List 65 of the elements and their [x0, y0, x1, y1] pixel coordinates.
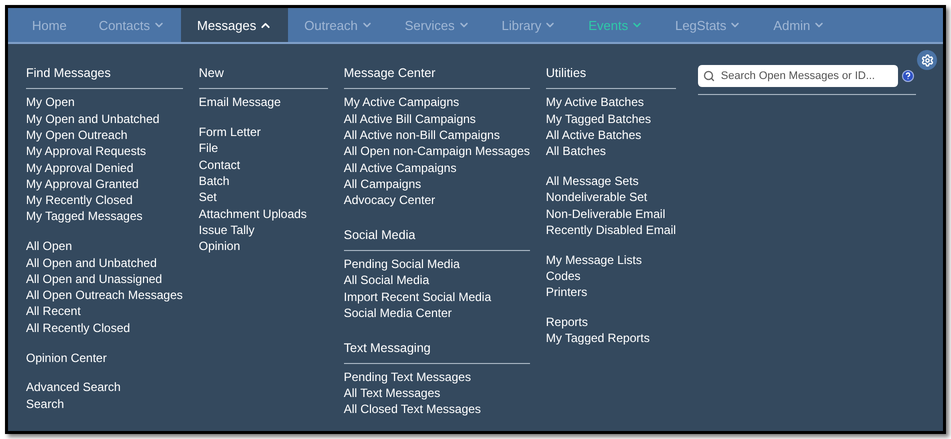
menu-link[interactable]: Printers — [546, 284, 588, 301]
menu-link[interactable]: Codes — [546, 268, 581, 284]
menu-link[interactable]: My Tagged Messages — [26, 208, 143, 225]
search-icon — [702, 70, 715, 82]
section-heading: Text Messaging — [344, 334, 530, 364]
menu-link[interactable]: My Approval Denied — [26, 160, 134, 176]
menu-link[interactable]: My Open Outreach — [26, 126, 128, 144]
menu-link[interactable]: Issue Tally — [198, 222, 255, 238]
menu-link[interactable]: My Message Lists — [546, 252, 642, 268]
menu-link[interactable]: All Open Outreach Messages — [26, 287, 183, 304]
menu-link[interactable]: Nondeliverable Set — [546, 189, 648, 206]
menu-link[interactable]: All Message Sets — [546, 173, 639, 190]
search-field[interactable]: Search Open Messages or ID... — [698, 65, 898, 88]
menu-link[interactable]: All Active non-Bill Campaigns — [344, 126, 500, 144]
menu-link[interactable]: Recently Disabled Email — [546, 222, 676, 238]
section-heading: New — [198, 60, 328, 90]
section-heading: Utilities — [546, 60, 676, 90]
menu-link[interactable]: My Approval Requests — [26, 143, 146, 160]
menu-link[interactable]: Import Recent Social Media — [344, 288, 492, 305]
menu-link[interactable]: Attachment Uploads — [198, 206, 307, 222]
settings-icon — [920, 54, 934, 67]
menu-link[interactable]: Advocacy Center — [344, 192, 436, 208]
menu-link[interactable]: Search — [26, 396, 64, 412]
menu-link[interactable]: All Open — [26, 238, 72, 255]
menu-link[interactable]: All Batches — [546, 143, 606, 160]
menu-link[interactable]: My Open — [26, 94, 75, 111]
menu-link[interactable]: Pending Social Media — [344, 256, 460, 272]
menu-link[interactable]: My Active Batches — [546, 94, 644, 111]
menu-link[interactable]: All Active Batches — [546, 126, 642, 144]
menu-link[interactable]: All Active Bill Campaigns — [344, 110, 476, 127]
menu-link[interactable]: Advanced Search — [26, 379, 121, 396]
menu-link[interactable]: My Open and Unbatched — [26, 110, 160, 127]
menu-link[interactable]: All Recent — [26, 303, 81, 320]
menu-link[interactable]: Email Message — [198, 94, 281, 111]
menu-link[interactable]: Contact — [198, 156, 240, 174]
menu-link[interactable]: Set — [198, 189, 217, 206]
settings-button[interactable] — [917, 50, 937, 70]
menu-link[interactable]: All Recently Closed — [26, 320, 130, 336]
menu-link[interactable]: All Social Media — [344, 272, 430, 289]
menu-link[interactable]: Opinion Center — [26, 350, 107, 366]
menu-link[interactable]: Form Letter — [198, 124, 261, 140]
menu-link[interactable]: Reports — [546, 314, 588, 330]
menu-link[interactable]: My Approval Granted — [26, 176, 139, 192]
menu-link[interactable]: All Closed Text Messages — [344, 401, 481, 418]
menu-link[interactable]: All Open and Unbatched — [26, 254, 157, 271]
menu-link[interactable]: File — [198, 140, 218, 157]
section-heading: Message Center — [344, 60, 530, 90]
menu-link[interactable]: All Open non-Campaign Messages — [344, 143, 530, 160]
section-heading: Find Messages — [26, 60, 183, 90]
section-heading: Social Media — [344, 222, 530, 251]
help-icon[interactable] — [902, 70, 914, 82]
menu-link[interactable]: Pending Text Messages — [344, 368, 471, 385]
menu-link[interactable]: All Open and Unassigned — [26, 270, 162, 288]
menu-link[interactable]: All Campaigns — [344, 176, 422, 192]
menu-link[interactable]: Opinion — [198, 238, 240, 255]
menu-link[interactable]: My Active Campaigns — [344, 94, 460, 111]
menu-link[interactable]: My Recently Closed — [26, 192, 133, 208]
menu-link[interactable]: My Tagged Reports — [546, 330, 650, 347]
menu-link[interactable]: Non-Deliverable Email — [546, 206, 666, 222]
menu-link[interactable]: All Text Messages — [344, 384, 440, 402]
menu-link[interactable]: Batch — [198, 173, 230, 190]
menu-link[interactable]: All Active Campaigns — [344, 160, 456, 176]
menu-link[interactable]: Social Media Center — [344, 304, 452, 322]
menu-link[interactable]: My Tagged Batches — [546, 110, 652, 127]
nav-tab[interactable]: Messages — [181, 8, 288, 42]
